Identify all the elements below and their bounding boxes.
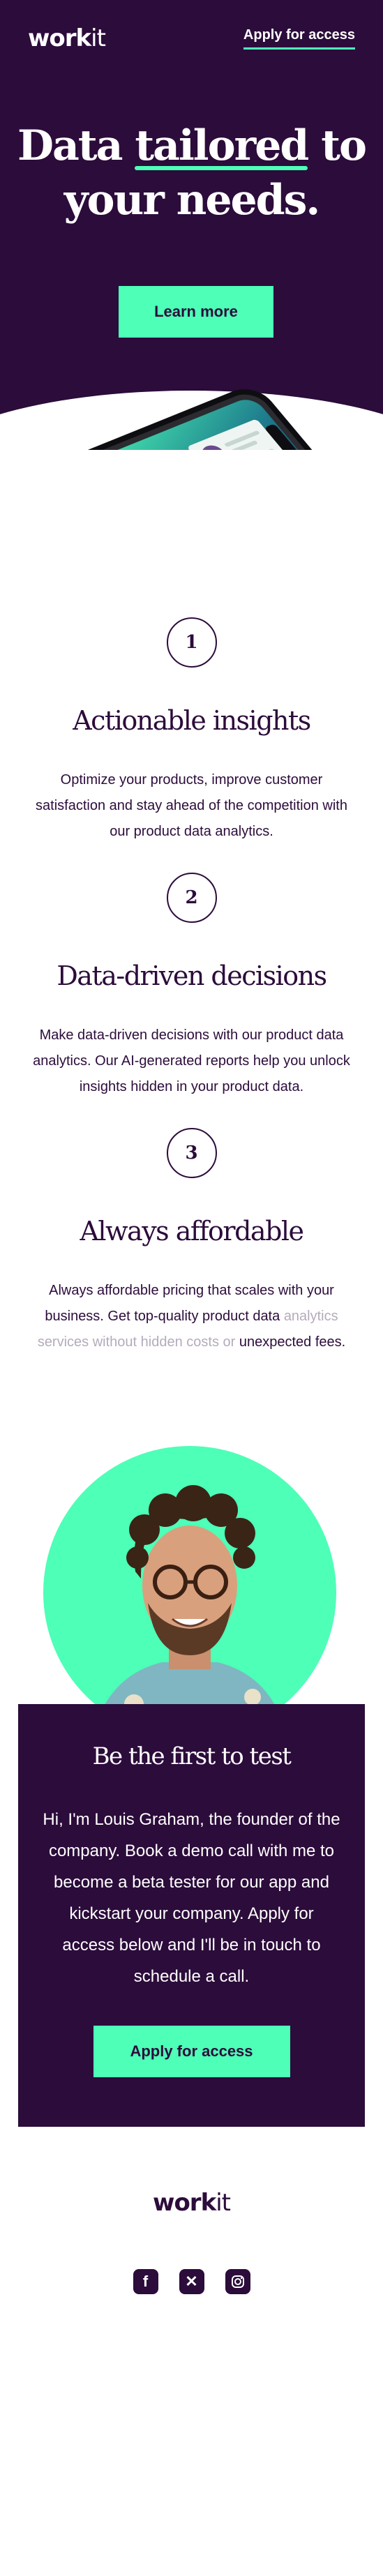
feature-title: Actionable insights (73, 705, 311, 736)
facebook-icon[interactable]: f (133, 2269, 158, 2294)
feature-text-container: Always affordable pricing that scales wi… (31, 1278, 352, 1355)
phone-icon (33, 389, 344, 450)
hero-title-part2: to (308, 121, 367, 170)
feature-title: Always affordable (80, 1216, 304, 1246)
feature-3: 3 Always affordable Always affordable pr… (0, 1128, 383, 1355)
founder-title: Be the first to test (92, 1742, 292, 1770)
footer-logo[interactable]: workit (0, 2189, 383, 2217)
top-nav: workit Apply for access (0, 0, 383, 77)
feature-text: Optimize your products, improve customer… (36, 772, 347, 839)
hero-section: workit Apply for access Data tailored to… (0, 0, 383, 450)
phone-illustration (14, 377, 363, 450)
features-section: 1 Actionable insights Optimize your prod… (0, 450, 383, 1355)
x-icon[interactable]: ✕ (179, 2269, 204, 2294)
logo-regular: it (91, 24, 106, 52)
logo[interactable]: workit (28, 24, 106, 52)
apply-for-access-link[interactable]: Apply for access (243, 27, 355, 50)
feature-number-badge: 3 (166, 1128, 217, 1178)
hero-title-line2: your needs. (63, 176, 321, 225)
footer-logo-bold: work (153, 2189, 216, 2217)
hero-title-highlight: tailored (135, 119, 309, 173)
founder-section: Be the first to test Hi, I'm Louis Graha… (0, 1446, 383, 2144)
feature-title: Data-driven decisions (57, 961, 327, 991)
instagram-icon[interactable] (225, 2269, 250, 2294)
instagram-glyph-icon (231, 2275, 244, 2288)
founder-text: Hi, I'm Louis Graham, the founder of the… (43, 1810, 340, 1986)
apply-for-access-button[interactable]: Apply for access (93, 2026, 290, 2077)
footer: workit f ✕ (0, 2144, 383, 2576)
founder-avatar-icon (43, 1446, 336, 1739)
footer-logo-regular: it (216, 2189, 231, 2217)
logo-bold: work (28, 24, 91, 52)
feature-2: 2 Data-driven decisions Make data-driven… (0, 873, 383, 1100)
founder-card: Be the first to test Hi, I'm Louis Graha… (18, 1704, 365, 2127)
feature-number-badge: 2 (166, 873, 217, 923)
learn-more-button[interactable]: Learn more (119, 286, 273, 338)
feature-text-end: unexpected fees. (239, 1334, 346, 1350)
feature-text: Make data-driven decisions with our prod… (33, 1027, 350, 1094)
founder-portrait (43, 1446, 336, 1739)
feature-number-badge: 1 (166, 617, 217, 668)
hero-title: Data tailored to your needs. (0, 119, 383, 227)
feature-1: 1 Actionable insights Optimize your prod… (0, 617, 383, 845)
social-links: f ✕ (0, 2269, 383, 2294)
hero-title-part1: Data (17, 121, 135, 170)
